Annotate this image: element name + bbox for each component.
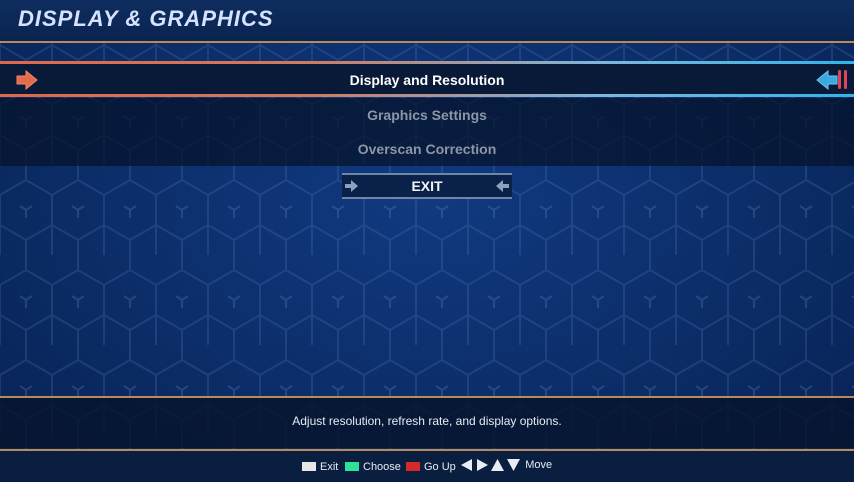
menu-item-label: Display and Resolution (349, 72, 505, 88)
selection-line-top (0, 61, 854, 64)
menu-item-display-resolution[interactable]: Display and Resolution (0, 63, 854, 97)
control-choose: Choose (345, 461, 401, 473)
control-exit-label: Exit (320, 461, 339, 473)
green-key-icon (345, 462, 359, 471)
left-arrow-icon (461, 459, 472, 472)
control-move-label: Move (525, 459, 553, 472)
page-title: DISPLAY & GRAPHICS (18, 6, 274, 31)
control-exit: Exit (302, 461, 338, 473)
exit-label: EXIT (411, 178, 443, 194)
selection-line-bottom (0, 94, 854, 97)
exit-button[interactable]: EXIT (342, 173, 512, 199)
control-choose-label: Choose (363, 461, 401, 473)
arrow-left-icon (496, 180, 509, 192)
control-goup-label: Go Up (424, 461, 456, 473)
control-goup: Go Up (406, 461, 456, 473)
controls-bar: Exit Choose Go Up Move (0, 449, 854, 482)
up-arrow-icon (491, 459, 505, 472)
description-panel: Adjust resolution, refresh rate, and dis… (0, 396, 854, 448)
red-key-icon (406, 462, 420, 471)
menu-item-graphics-settings[interactable]: Graphics Settings (0, 98, 854, 132)
header-bar: DISPLAY & GRAPHICS (0, 0, 854, 43)
down-arrow-icon (507, 459, 521, 472)
description-text: Adjust resolution, refresh rate, and dis… (292, 414, 562, 428)
arrow-right-icon (345, 180, 358, 192)
control-move: Move (461, 459, 553, 472)
selection-arrow-right-icon (16, 70, 38, 90)
menu-item-label: Graphics Settings (367, 107, 487, 123)
menu-item-overscan-correction[interactable]: Overscan Correction (0, 132, 854, 166)
right-arrow-icon (477, 459, 489, 472)
white-key-icon (302, 462, 316, 471)
selection-arrow-left-icon (816, 70, 838, 90)
selection-bars-icon (838, 70, 848, 90)
menu-item-label: Overscan Correction (357, 141, 497, 157)
